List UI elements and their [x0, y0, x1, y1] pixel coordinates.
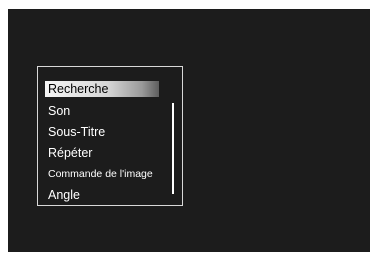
- playback-menu: Recherche Son Sous-Titre Répéter Command…: [37, 66, 183, 206]
- menu-item-son[interactable]: Son: [45, 101, 159, 122]
- menu-scrollbar[interactable]: [172, 103, 174, 194]
- menu-item-angle[interactable]: Angle: [45, 185, 159, 206]
- video-screen: Recherche Son Sous-Titre Répéter Command…: [8, 9, 370, 252]
- menu-item-recherche[interactable]: Recherche: [45, 81, 159, 97]
- menu-item-repeter[interactable]: Répéter: [45, 143, 159, 164]
- menu-list: Recherche Son Sous-Titre Répéter Command…: [45, 81, 159, 206]
- menu-item-commande-image[interactable]: Commande de l'image: [45, 164, 159, 185]
- menu-item-sous-titre[interactable]: Sous-Titre: [45, 122, 159, 143]
